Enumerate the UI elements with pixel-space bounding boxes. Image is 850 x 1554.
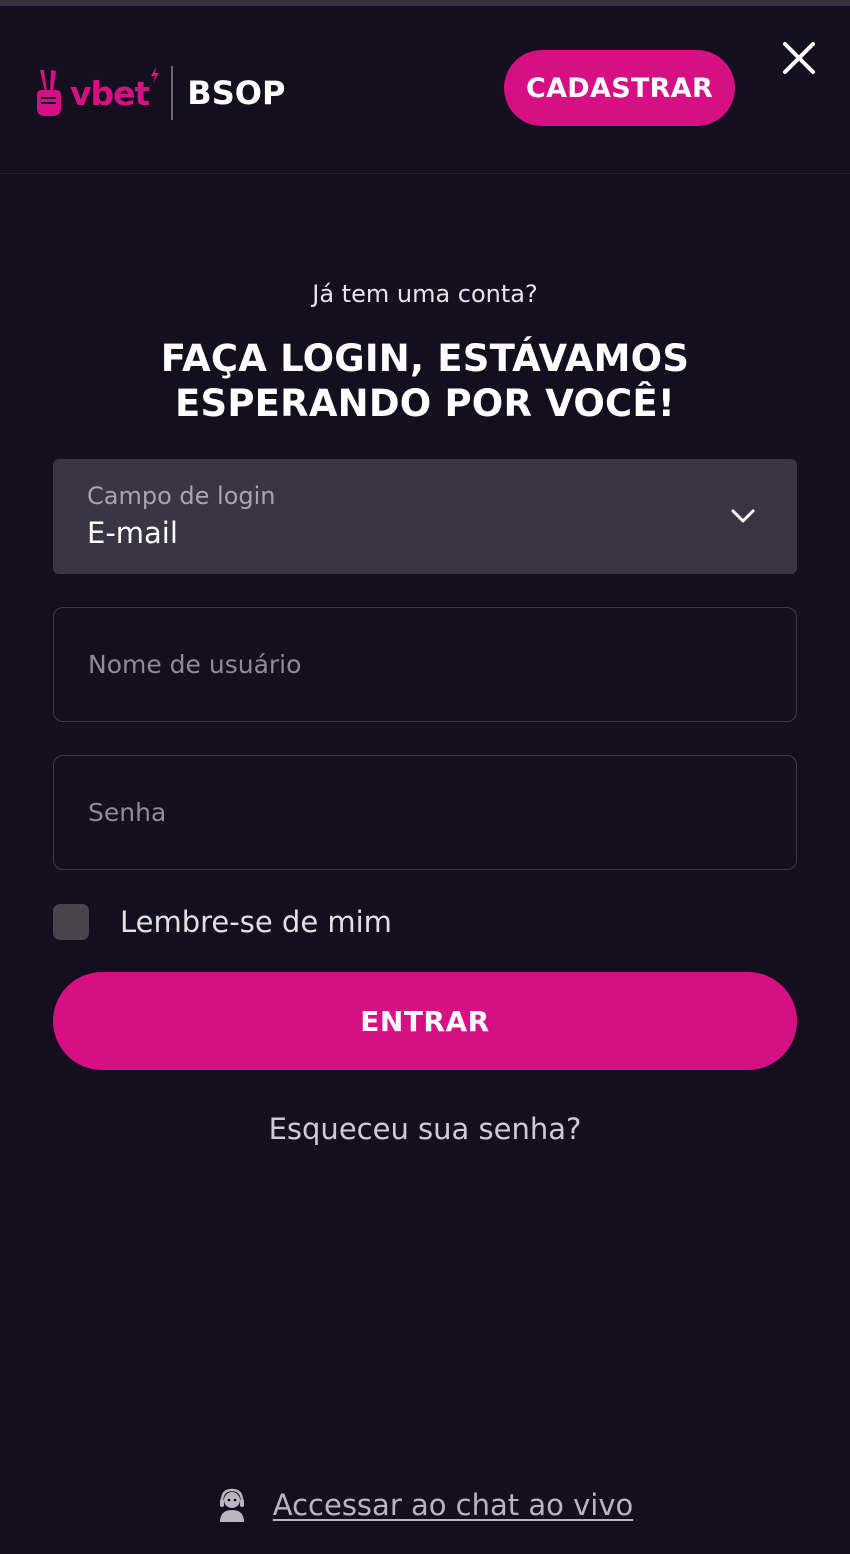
- remember-me: Lembre-se de mim: [53, 903, 392, 941]
- brand-logo[interactable]: vbet BSOP: [34, 62, 285, 124]
- bsop-wordmark: BSOP: [187, 74, 286, 112]
- live-chat-link[interactable]: Accessar ao chat ao vivo: [273, 1488, 633, 1522]
- password-field: [53, 755, 797, 870]
- login-page: vbet BSOP CADASTRAR Já tem uma conta? FA…: [0, 0, 850, 1554]
- remember-label[interactable]: Lembre-se de mim: [120, 905, 392, 939]
- support-agent-icon: [217, 1488, 247, 1522]
- chevron-down-icon: [731, 509, 755, 523]
- username-input[interactable]: [54, 608, 796, 721]
- login-button[interactable]: ENTRAR: [53, 972, 797, 1070]
- login-subtitle: Já tem uma conta?: [312, 280, 538, 308]
- login-field-value: E-mail: [87, 516, 178, 550]
- victory-hand-icon: [37, 70, 61, 116]
- vbet-wordmark: vbet: [70, 73, 150, 113]
- logo-divider: [171, 66, 174, 120]
- username-field: [53, 607, 797, 722]
- login-field-select[interactable]: Campo de login E-mail: [53, 459, 797, 574]
- header: vbet BSOP CADASTRAR: [0, 6, 850, 174]
- lightning-icon: [151, 67, 160, 83]
- register-button[interactable]: CADASTRAR: [504, 50, 735, 126]
- password-input[interactable]: [54, 756, 796, 869]
- login-field-label: Campo de login: [87, 482, 276, 510]
- live-chat: Accessar ao chat ao vivo: [0, 1488, 850, 1522]
- close-button[interactable]: [779, 38, 819, 78]
- page-title: FAÇA LOGIN, ESTÁVAMOS ESPERANDO POR VOCÊ…: [160, 337, 690, 425]
- close-icon: [783, 42, 815, 74]
- vbet-logo: vbet: [34, 67, 160, 118]
- remember-checkbox[interactable]: [53, 904, 89, 940]
- forgot-password-link[interactable]: Esqueceu sua senha?: [0, 1112, 850, 1146]
